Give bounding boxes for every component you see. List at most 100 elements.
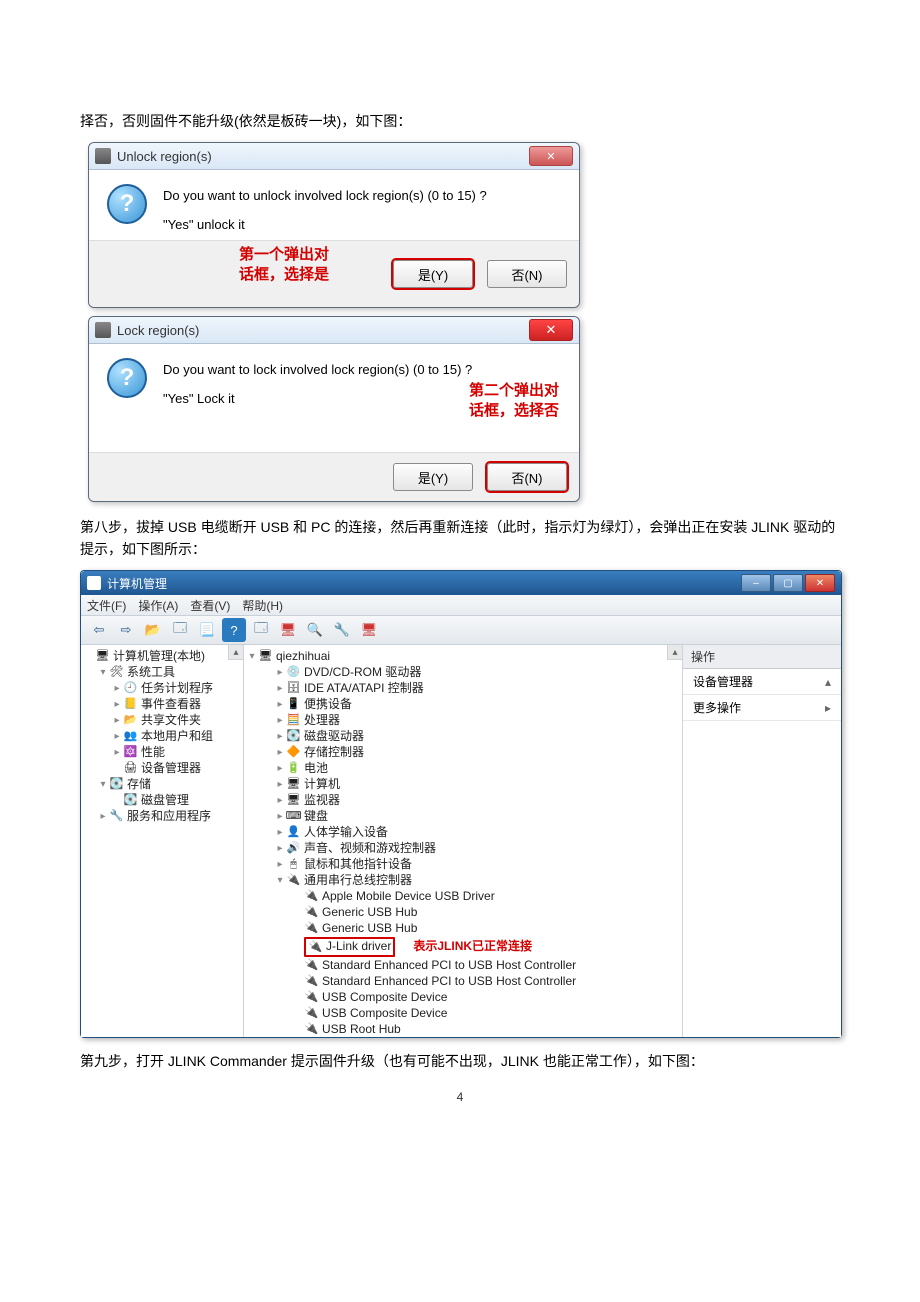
devmgr-menubar: 文件(F) 操作(A) 查看(V) 帮助(H) (81, 595, 841, 616)
list-icon[interactable]: 🗔 (249, 618, 273, 642)
devmgr-left-tree: ▴ 🖥计算机管理(本地)▾🛠系统工具▸🕘任务计划程序▸📒事件查看器▸📂共享文件夹… (81, 645, 244, 1037)
close-button[interactable]: ✕ (805, 574, 835, 592)
annotation-line1: 第二个弹出对 (469, 381, 559, 401)
actions-row-devmgr[interactable]: 设备管理器 ▴ (683, 669, 841, 695)
device-icon: 🗄 (286, 682, 301, 696)
device-item[interactable]: ▸💿DVD/CD-ROM 驱动器 (246, 665, 680, 681)
scroll-up-icon[interactable]: ▴ (228, 645, 243, 660)
help-icon[interactable]: ? (222, 618, 246, 642)
device-item[interactable]: ▸🖱鼠标和其他指针设备 (246, 857, 680, 873)
tree-item[interactable]: ▾🛠系统工具 (83, 665, 241, 681)
uninstall-icon[interactable]: 🖥 (357, 618, 381, 642)
device-icon: 🔶 (286, 746, 301, 760)
device-item[interactable]: 🔌Generic USB Hub (246, 905, 680, 921)
tree-node-icon: 📂 (123, 714, 138, 728)
device-label: 电池 (304, 761, 328, 776)
question-icon: ? (107, 184, 147, 224)
tree-item[interactable]: 🖨设备管理器 (83, 761, 241, 777)
tree-item-label: 本地用户和组 (141, 729, 213, 744)
tree-item[interactable]: ▾💽存储 (83, 777, 241, 793)
app-icon (87, 576, 101, 590)
device-icon: 🖥 (286, 794, 301, 808)
device-item[interactable]: ▸🧮处理器 (246, 713, 680, 729)
dialog2-sub: "Yes" Lock it (163, 391, 472, 406)
device-item[interactable]: ▸👤人体学输入设备 (246, 825, 680, 841)
device-item[interactable]: 🔌USB Composite Device (246, 990, 680, 1006)
dialog1-body: ? Do you want to unlock involved lock re… (89, 170, 579, 240)
tree-twisty-icon: ▸ (111, 681, 123, 696)
no-button[interactable]: 否(N) (487, 463, 567, 491)
tree-item[interactable]: ▸🔧服务和应用程序 (83, 809, 241, 825)
close-button[interactable]: ✕ (529, 319, 573, 341)
tree-twisty-icon: ▸ (111, 745, 123, 760)
close-button[interactable]: ✕ (529, 146, 573, 166)
menu-action[interactable]: 操作(A) (138, 597, 178, 614)
device-item[interactable]: 🔌Apple Mobile Device USB Driver (246, 889, 680, 905)
device-item[interactable]: 🔌J-Link driver表示JLINK已正常连接 (246, 937, 680, 958)
dialog-lock: Lock region(s) ✕ ? Do you want to lock i… (88, 316, 580, 502)
tree-item[interactable]: ▸👥本地用户和组 (83, 729, 241, 745)
device-icon: 📱 (286, 698, 301, 712)
computer-icon: 🖥 (258, 650, 273, 664)
tree-item[interactable]: ▸📒事件查看器 (83, 697, 241, 713)
tree-item-label: 服务和应用程序 (127, 809, 211, 824)
scroll-up-icon[interactable]: ▴ (667, 645, 682, 660)
tree-item[interactable]: 💽磁盘管理 (83, 793, 241, 809)
no-button[interactable]: 否(N) (487, 260, 567, 288)
actions-row-more[interactable]: 更多操作 ▸ (683, 695, 841, 721)
tree-node-icon: 🔧 (109, 810, 124, 824)
device-label: IDE ATA/ATAPI 控制器 (304, 681, 424, 696)
tree-item[interactable]: ▸🕘任务计划程序 (83, 681, 241, 697)
tree-item[interactable]: ▸📂共享文件夹 (83, 713, 241, 729)
tree-twisty-icon: ▸ (111, 729, 123, 744)
yes-button[interactable]: 是(Y) (393, 260, 473, 288)
back-icon[interactable]: ⇦ (87, 618, 111, 642)
annotation-dialog1: 第一个弹出对 话框，选择是 (239, 245, 329, 285)
device-item[interactable]: 🔌Standard Enhanced PCI to USB Host Contr… (246, 974, 680, 990)
device-icon: 🔊 (286, 842, 301, 856)
device-item[interactable]: 🔌Standard Enhanced PCI to USB Host Contr… (246, 958, 680, 974)
properties-icon[interactable]: 📃 (195, 618, 219, 642)
menu-file[interactable]: 文件(F) (87, 597, 126, 614)
device-item[interactable]: 🔌USB Root Hub (246, 1022, 680, 1038)
tree-item[interactable]: ▸🔯性能 (83, 745, 241, 761)
forward-icon[interactable]: ⇨ (114, 618, 138, 642)
device-item[interactable]: ▸🔊声音、视频和游戏控制器 (246, 841, 680, 857)
device-item[interactable]: ▸🖥监视器 (246, 793, 680, 809)
tree-twisty-icon: ▾ (97, 777, 109, 792)
tree-root[interactable]: ▾🖥 qiezhihuai (246, 649, 680, 665)
device-icon: 🖥 (286, 778, 301, 792)
device-item[interactable]: ▸🗄IDE ATA/ATAPI 控制器 (246, 681, 680, 697)
device-item[interactable]: 🔌Generic USB Hub (246, 921, 680, 937)
maximize-button[interactable]: ▢ (773, 574, 803, 592)
jlink-annotation: 表示JLINK已正常连接 (413, 939, 532, 954)
device-item[interactable]: ▸🔶存储控制器 (246, 745, 680, 761)
devmgr-titlebar: 计算机管理 – ▢ ✕ (81, 571, 841, 595)
device-item[interactable]: ▸📱便携设备 (246, 697, 680, 713)
update-driver-icon[interactable]: 🔧 (330, 618, 354, 642)
device-label: 通用串行总线控制器 (304, 873, 412, 888)
device-item[interactable]: ▸🖥计算机 (246, 777, 680, 793)
device-item[interactable]: ▸🔋电池 (246, 761, 680, 777)
menu-view[interactable]: 查看(V) (190, 597, 230, 614)
minimize-button[interactable]: – (741, 574, 771, 592)
device-item[interactable]: 🔌USB Composite Device (246, 1006, 680, 1022)
tree-item-label: 事件查看器 (141, 697, 201, 712)
tree-twisty-icon: ▸ (274, 665, 286, 680)
menu-help[interactable]: 帮助(H) (242, 597, 283, 614)
scan-icon[interactable]: 🖥 (276, 618, 300, 642)
annotation-line1: 第一个弹出对 (239, 245, 329, 265)
device-item[interactable]: ▾🔌通用串行总线控制器 (246, 873, 680, 889)
device-label: DVD/CD-ROM 驱动器 (304, 665, 421, 680)
show-hide-icon[interactable]: 🗔 (168, 618, 192, 642)
yes-button[interactable]: 是(Y) (393, 463, 473, 491)
device-item[interactable]: ▸⌨键盘 (246, 809, 680, 825)
dialog1-sub: "Yes" unlock it (163, 217, 487, 232)
tree-item[interactable]: 🖥计算机管理(本地) (83, 649, 241, 665)
tree-node-icon: 🕘 (123, 682, 138, 696)
scan-hardware-icon[interactable]: 🔍 (303, 618, 327, 642)
tree-item-label: 任务计划程序 (141, 681, 213, 696)
tree-twisty-icon: ▸ (274, 681, 286, 696)
up-icon[interactable]: 📂 (141, 618, 165, 642)
device-item[interactable]: ▸💽磁盘驱动器 (246, 729, 680, 745)
